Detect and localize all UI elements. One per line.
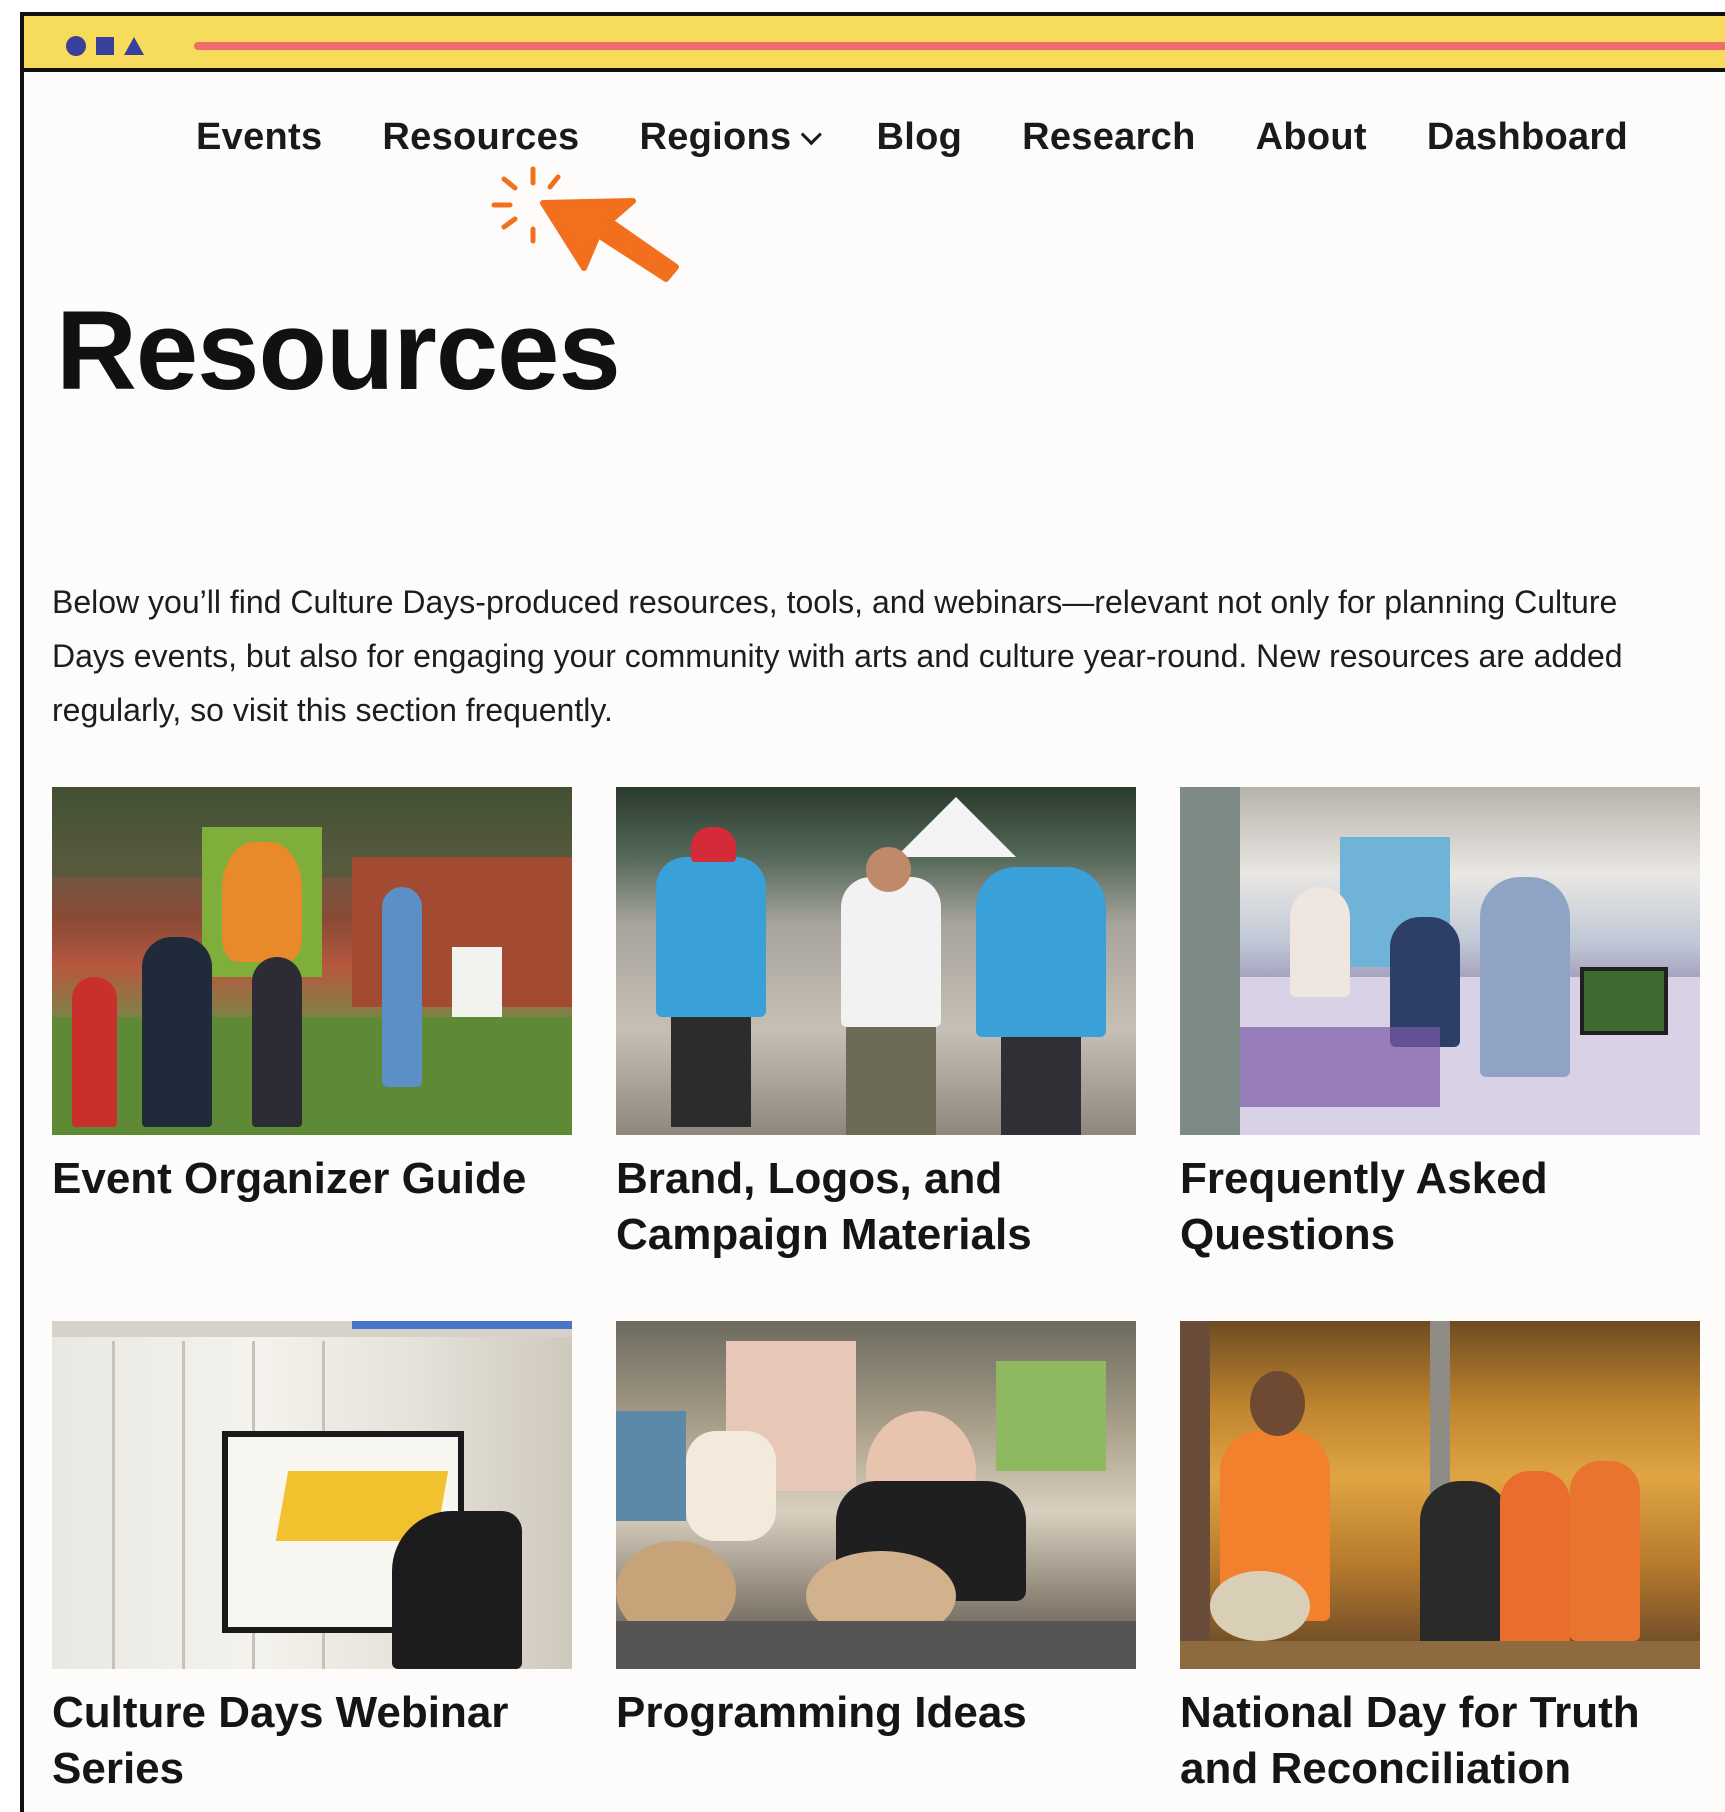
card-title[interactable]: Frequently Asked Questions [1180,1151,1700,1321]
browser-chrome [24,16,1725,72]
card-image-programming-ideas[interactable] [616,1321,1136,1669]
resource-card[interactable]: Frequently Asked Questions [1180,787,1700,1321]
main-nav: Events Resources Regions Blog Research A… [196,116,1688,159]
card-title[interactable]: Programming Ideas [616,1685,1136,1741]
nav-dashboard[interactable]: Dashboard [1427,116,1628,159]
circle-icon [66,36,86,56]
card-title[interactable]: Brand, Logos, and Campaign Materials [616,1151,1136,1321]
card-image-event-organizer[interactable] [52,787,572,1135]
resource-card[interactable]: Event Organizer Guide [52,787,572,1321]
card-title[interactable]: National Day for Truth and Reconciliatio… [1180,1685,1700,1797]
triangle-icon [124,37,144,55]
chevron-down-icon [801,124,823,146]
page-title: Resources [56,288,621,413]
resource-card[interactable]: Programming Ideas [616,1321,1136,1797]
nav-blog[interactable]: Blog [876,116,962,159]
nav-regions-label: Regions [639,116,792,158]
card-title[interactable]: Culture Days Webinar Series [52,1685,572,1797]
window-controls [66,36,144,56]
nav-regions[interactable]: Regions [639,116,823,159]
resource-card[interactable]: National Day for Truth and Reconciliatio… [1180,1321,1700,1797]
click-pointer-icon [491,166,679,282]
nav-research[interactable]: Research [1022,116,1196,159]
card-image-brand-logos[interactable] [616,787,1136,1135]
resource-card[interactable]: Brand, Logos, and Campaign Materials [616,787,1136,1321]
resource-grid: Event Organizer Guide Brand, Logos, and … [52,787,1700,1797]
address-bar[interactable] [194,42,1725,50]
card-image-webinar-series[interactable] [52,1321,572,1669]
resource-card[interactable]: Culture Days Webinar Series [52,1321,572,1797]
card-image-truth-reconciliation[interactable] [1180,1321,1700,1669]
card-image-faq[interactable] [1180,787,1700,1135]
nav-resources[interactable]: Resources [382,116,579,159]
nav-events[interactable]: Events [196,116,322,159]
card-title[interactable]: Event Organizer Guide [52,1151,572,1321]
intro-paragraph: Below you’ll find Culture Days-produced … [52,584,1623,728]
square-icon [96,37,114,55]
nav-about[interactable]: About [1256,116,1367,159]
